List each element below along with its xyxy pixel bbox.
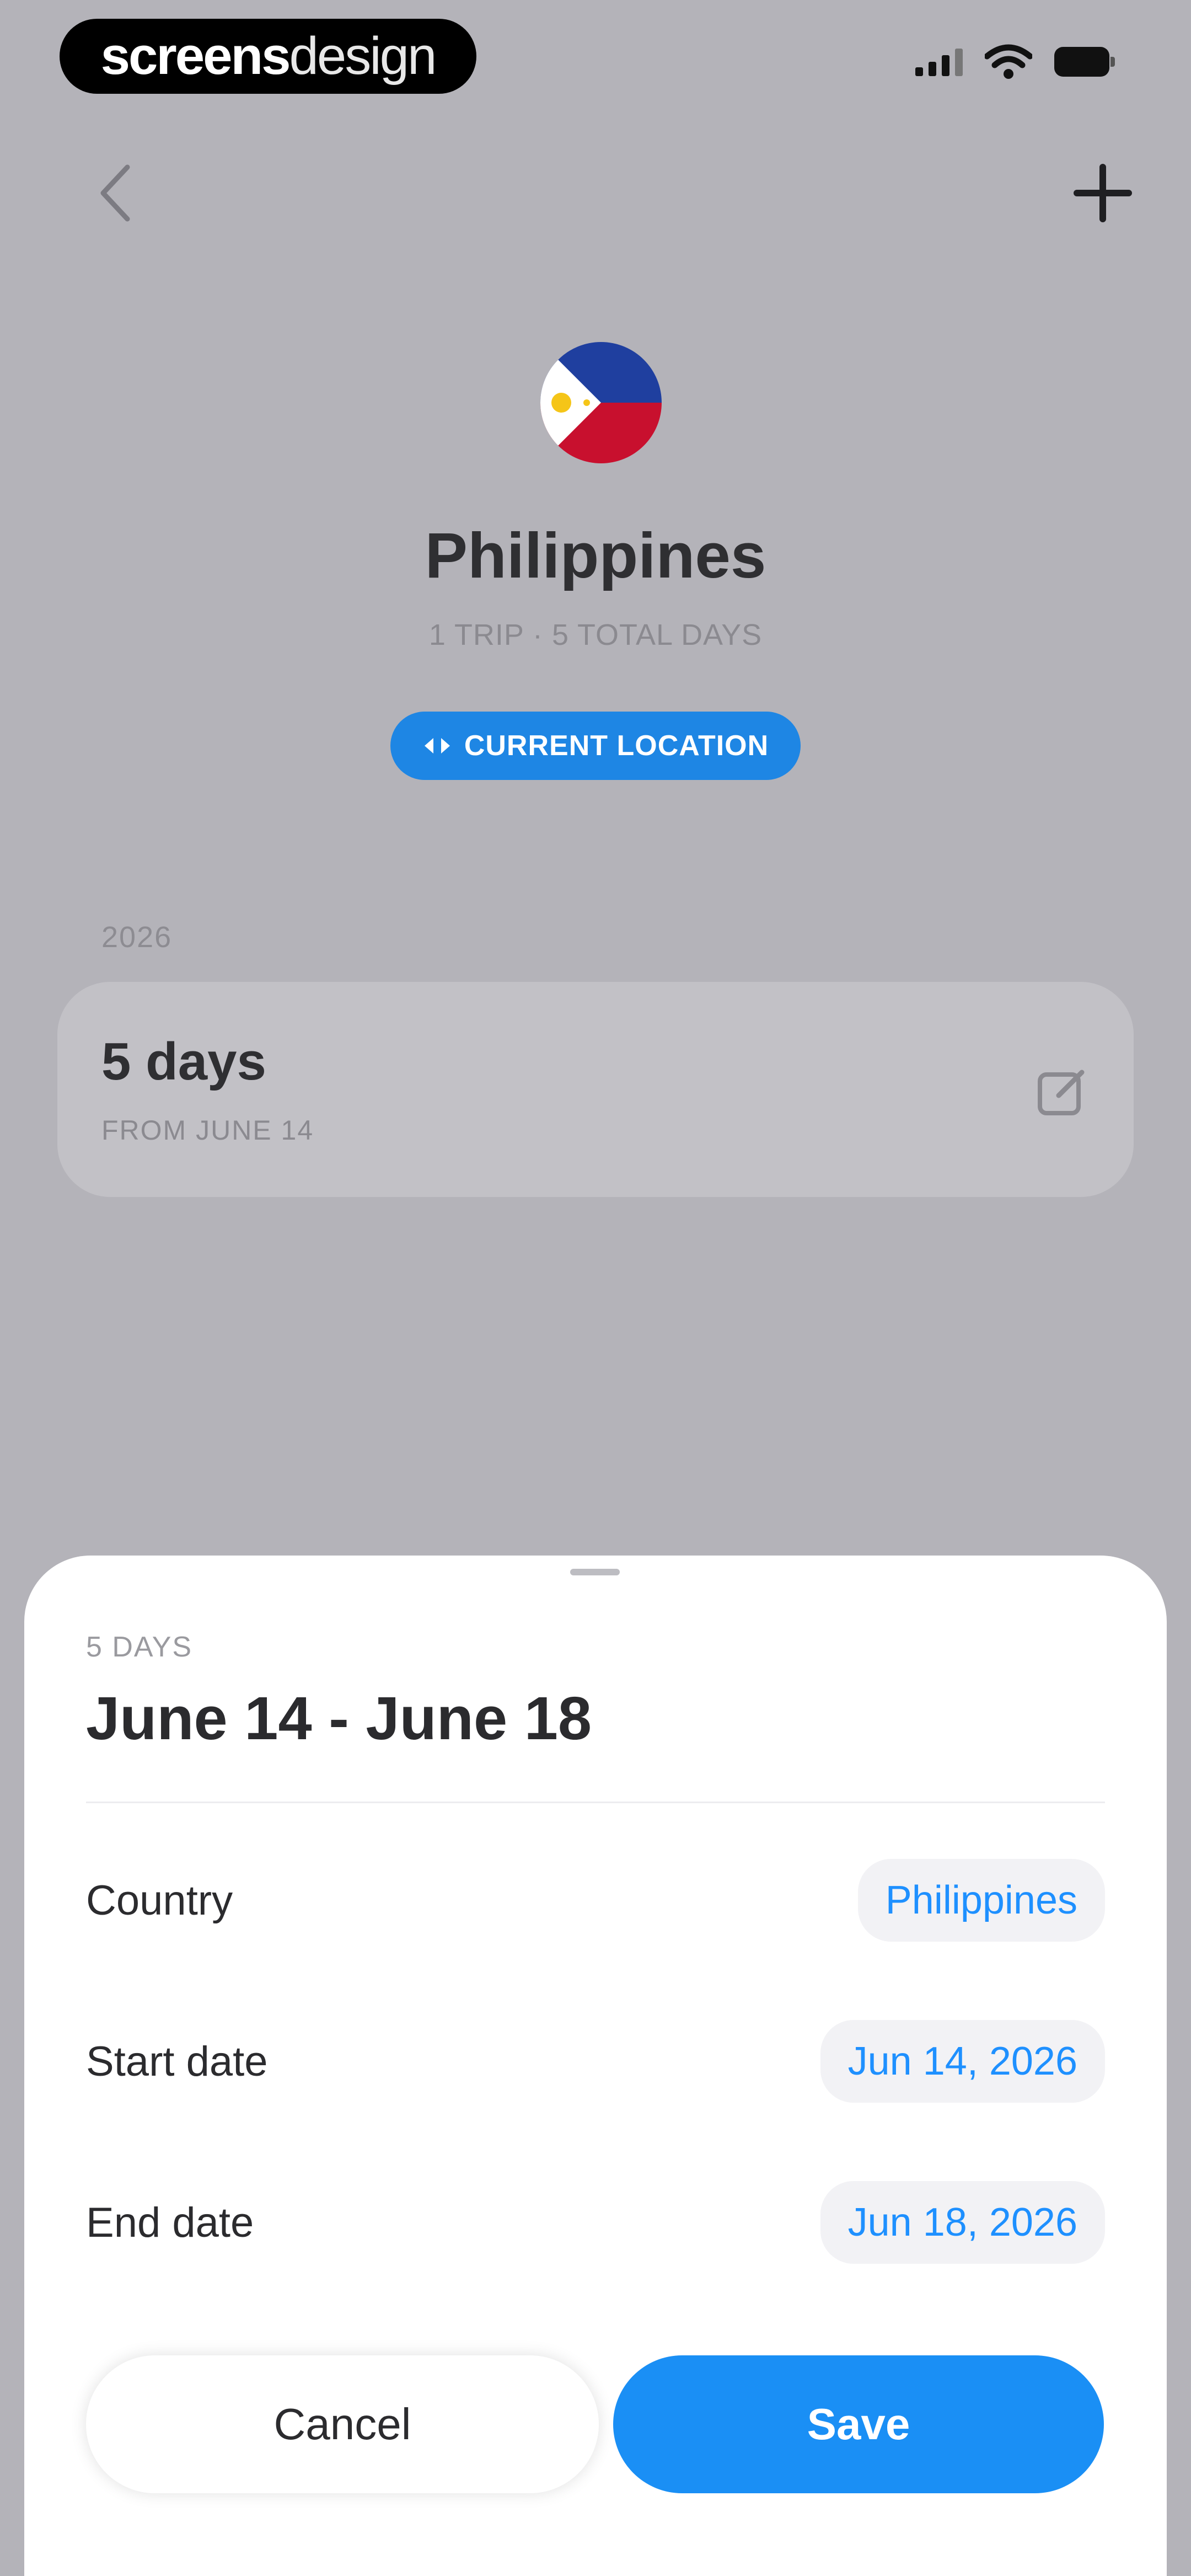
trip-duration: 5 days — [101, 1032, 266, 1091]
year-section-label: 2026 — [101, 921, 173, 954]
edit-trip-sheet: 5 DAYS June 14 - June 18 Country Philipp… — [24, 1556, 1167, 2576]
trip-card[interactable]: 5 days FROM JUNE 14 — [57, 982, 1134, 1197]
plus-icon — [1074, 164, 1132, 222]
battery-icon — [1054, 47, 1115, 77]
end-date-label: End date — [86, 2199, 254, 2246]
cellular-signal-icon — [915, 47, 963, 76]
start-date-label: Start date — [86, 2038, 268, 2085]
country-label: Country — [86, 1877, 233, 1924]
sheet-days-label: 5 DAYS — [86, 1631, 193, 1663]
status-bar — [915, 44, 1115, 79]
start-date-picker[interactable]: Jun 14, 2026 — [820, 2020, 1105, 2103]
country-row: Country Philippines — [86, 1859, 1105, 1942]
divider — [86, 1802, 1105, 1803]
add-trip-button[interactable] — [1070, 160, 1136, 226]
trip-detail-screen: screens design Philippines 1 TRIP · 5 TO… — [0, 0, 1191, 2576]
cancel-button[interactable]: Cancel — [86, 2355, 599, 2493]
trip-summary: 1 TRIP · 5 TOTAL DAYS — [428, 618, 763, 651]
current-location-badge: CURRENT LOCATION — [390, 712, 801, 780]
screensdesign-watermark: screens design — [60, 19, 476, 94]
sheet-grabber[interactable] — [570, 1569, 620, 1575]
country-title: Philippines — [425, 520, 766, 591]
edit-icon[interactable] — [1034, 1065, 1090, 1120]
trip-start: FROM JUNE 14 — [101, 1115, 314, 1146]
start-date-row: Start date Jun 14, 2026 — [86, 2020, 1105, 2103]
save-button[interactable]: Save — [613, 2355, 1104, 2493]
wifi-icon — [985, 44, 1032, 79]
end-date-picker[interactable]: Jun 18, 2026 — [820, 2181, 1105, 2264]
philippines-flag-icon — [540, 342, 662, 463]
location-arrows-icon — [424, 738, 450, 753]
back-button[interactable] — [83, 160, 149, 226]
end-date-row: End date Jun 18, 2026 — [86, 2181, 1105, 2264]
country-select[interactable]: Philippines — [857, 1859, 1105, 1942]
chevron-left-icon — [100, 164, 130, 222]
sheet-date-range: June 14 - June 18 — [86, 1685, 592, 1752]
